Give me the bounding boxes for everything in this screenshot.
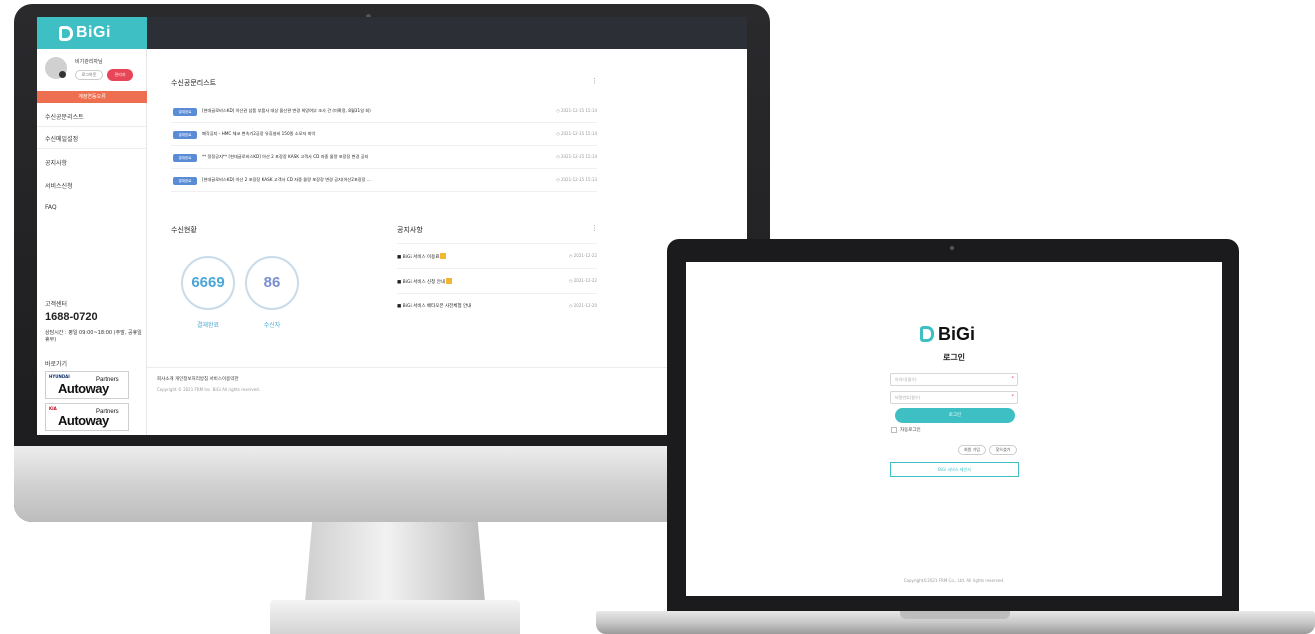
- notice-row[interactable]: ■ BiGi 서비스 신청 안내 ◷ 2021-12-22: [397, 268, 597, 292]
- autoway-logo: Autoway: [58, 381, 109, 396]
- recipient-count[interactable]: 86: [245, 256, 299, 310]
- status-badge: 결재완료: [173, 108, 197, 116]
- more-icon[interactable]: ⋮: [591, 77, 598, 85]
- received-row[interactable]: 결재완료 [현대글로비스KD] 아산 2 포장장 KASK 고객사 CD 자중 …: [171, 170, 597, 192]
- status-badge: 결재완료: [173, 177, 197, 185]
- login-logo: BiGi: [920, 324, 975, 345]
- received-subject[interactable]: 폐각공지 - HMC 체코 변속기2공장 유휴설비 150종 소모저 파악: [202, 131, 315, 137]
- bigi-logo-icon: [59, 25, 73, 41]
- autoway-logo: Autoway: [58, 413, 109, 428]
- macbook-notch: [900, 611, 1010, 619]
- admin-button[interactable]: 관리자: [107, 69, 133, 81]
- login-copyright: Copyright©2021 FRM Co., Ltd. All rights …: [903, 578, 1005, 583]
- notice-row[interactable]: ■ BiGi 서비스 베타오픈 사전체험 안내 ◷ 2021-12-20: [397, 293, 597, 317]
- sidebar: 비기관리자님 로그아웃 관리자 계정연동오류 수신공문리스트 수신메일설정 공지…: [37, 49, 147, 435]
- received-subject[interactable]: ** 정정공지** [현대글로비스KD] 아산 2 포장장 KASK 고객사 C…: [202, 154, 368, 160]
- divider: [37, 126, 147, 127]
- new-badge-icon: [446, 278, 453, 284]
- logout-button[interactable]: 로그아웃: [75, 70, 103, 80]
- approved-count[interactable]: 6669: [181, 256, 235, 310]
- signup-button[interactable]: 회원 가입: [958, 445, 986, 455]
- received-row[interactable]: 결재완료 폐각공지 - HMC 체코 변속기2공장 유휴설비 150종 소모저 …: [171, 124, 597, 146]
- customer-center-title: 고객센터: [45, 301, 68, 308]
- customer-center-hours: 상담시간 : 평일 09:00~18:00 (주말, 공휴일 휴무): [45, 330, 142, 343]
- find-password-button[interactable]: 찾으셨기: [989, 445, 1017, 455]
- notice-subject[interactable]: ■ BiGi 서비스 신청 안내: [397, 278, 453, 285]
- hyundai-brand: HYUNDAI: [49, 374, 70, 379]
- id-input[interactable]: 아이디(필수) *: [890, 373, 1018, 386]
- status-badge: 결재완료: [173, 154, 197, 162]
- received-date: ◷ 2021-12-15 15:14: [556, 131, 597, 136]
- divider: [37, 148, 147, 149]
- notices-title: 공지사항: [397, 226, 423, 234]
- status-badge: 결재완료: [173, 131, 197, 139]
- auto-login-checkbox[interactable]: [891, 427, 897, 433]
- sidebar-item-notices[interactable]: 공지사항: [45, 158, 67, 167]
- device-mockup: BiGi 비기관리자님 로그아웃 관리자 계정연동오류 수신공문리스트 수신메일…: [0, 0, 1315, 634]
- approved-label: 결재완료: [196, 322, 220, 329]
- received-row[interactable]: 결재완료 [현대글로비스KD] 아산권 납품 부품사 대상 물산관 변경 희망여…: [171, 101, 597, 123]
- sidebar-item-service-request[interactable]: 서비스신청: [45, 181, 73, 190]
- notice-date: ◷ 2021-12-20: [568, 303, 597, 308]
- notice-row[interactable]: ■ BiGi 서비스 이용료 ◷ 2021-12-22: [397, 243, 597, 267]
- kia-autoway-link[interactable]: KIA Partners Autoway: [45, 403, 129, 431]
- notice-subject[interactable]: ■ BiGi 서비스 베타오픈 사전체험 안내: [397, 303, 471, 309]
- footer-divider: [147, 367, 747, 368]
- received-list-title: 수신공문리스트: [171, 79, 217, 87]
- imac-foot: [270, 600, 520, 634]
- required-icon: *: [1011, 394, 1015, 400]
- admin-logo[interactable]: BiGi: [37, 17, 147, 49]
- received-date: ◷ 2021-12-15 15:14: [556, 154, 597, 159]
- imac-chin: [14, 446, 770, 522]
- received-date: ◷ 2021-12-15 15:14: [556, 108, 597, 113]
- quick-links-title: 바로가기: [45, 361, 68, 368]
- login-title: 로그인: [942, 353, 966, 362]
- more-icon[interactable]: ⋮: [591, 224, 598, 232]
- kia-brand: KIA: [49, 406, 57, 411]
- auto-login-label: 자동로그인: [900, 428, 921, 433]
- login-button[interactable]: 로그인: [895, 408, 1015, 423]
- sidebar-item-mail-settings[interactable]: 수신메일설정: [45, 134, 78, 143]
- new-badge-icon: [440, 253, 447, 259]
- imac-stand: [305, 522, 485, 602]
- service-proposal-button[interactable]: BiGi 서비스 제안서: [890, 462, 1019, 477]
- notice-subject[interactable]: ■ BiGi 서비스 이용료: [397, 253, 447, 260]
- footer-links[interactable]: 회사소개 개인정보처리방침 서비스이용약관: [157, 376, 239, 382]
- hyundai-autoway-link[interactable]: HYUNDAI Partners Autoway: [45, 371, 129, 399]
- sidebar-item-faq[interactable]: FAQ: [45, 204, 57, 211]
- status-title: 수신현황: [171, 226, 197, 234]
- received-subject[interactable]: [현대글로비스KD] 아산 2 포장장 KASK 고객사 CD 자중 물량 포장…: [202, 177, 371, 183]
- macbook-camera: [950, 246, 954, 250]
- settings-dot-icon[interactable]: [59, 71, 66, 78]
- received-subject[interactable]: [현대글로비스KD] 아산권 납품 부품사 대상 물산관 변경 희망여부 조사 …: [202, 108, 371, 114]
- admin-screen: BiGi 비기관리자님 로그아웃 관리자 계정연동오류 수신공문리스트 수신메일…: [37, 17, 747, 435]
- main-content: 수신공문리스트 ⋮ 결재완료 [현대글로비스KD] 아산권 납품 부품사 대상 …: [147, 49, 747, 435]
- notice-date: ◷ 2021-12-22: [568, 253, 597, 258]
- received-date: ◷ 2021-12-15 15:13: [556, 177, 597, 182]
- footer-copyright: Copyright © 2021 FRM Inc. BiGi All right…: [157, 387, 260, 392]
- user-name: 비기관리자님: [75, 59, 103, 65]
- recipient-label: 수신자: [263, 322, 281, 329]
- bigi-logo-icon: [920, 326, 934, 342]
- login-screen: BiGi 로그인 아이디(필수) * 비밀번호(필수) * 로그인 자동로그인 회원…: [686, 262, 1222, 596]
- password-input[interactable]: 비밀번호(필수) *: [890, 391, 1018, 404]
- sidebar-item-received-list[interactable]: 수신공문리스트: [45, 112, 84, 121]
- received-row[interactable]: 결재완료 ** 정정공지** [현대글로비스KD] 아산 2 포장장 KASK …: [171, 147, 597, 169]
- customer-center-phone: 1688-0720: [45, 311, 98, 323]
- account-link-error-bar[interactable]: 계정연동오류: [37, 91, 147, 103]
- required-icon: *: [1011, 376, 1015, 382]
- notice-date: ◷ 2021-12-22: [568, 278, 597, 283]
